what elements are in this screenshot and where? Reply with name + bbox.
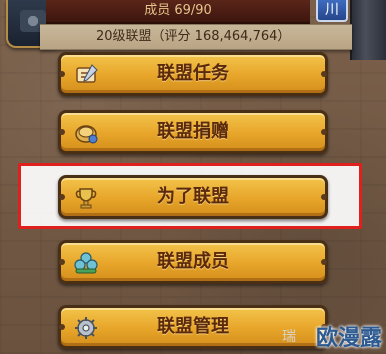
watermark: 欧漫露 — [315, 326, 382, 351]
alliance-quest-button[interactable]: 联盟任务 — [58, 52, 328, 96]
watermark-small: 瑞 — [282, 329, 296, 345]
for-the-alliance-button[interactable]: 为了联盟 — [58, 175, 328, 219]
alliance-level-bar: 20级联盟（评分 168,464,764） — [40, 24, 352, 50]
alliance-level-score: 20级联盟（评分 168,464,764） — [96, 29, 291, 44]
members-count: 成员 69/90 — [144, 3, 212, 18]
alliance-donation-button[interactable]: 联盟捐赠 — [58, 110, 328, 154]
alliance-donation-label: 联盟捐赠 — [157, 121, 229, 142]
alliance-quest-label: 联盟任务 — [157, 63, 229, 84]
alliance-members-label: 联盟成员 — [157, 251, 229, 272]
alliance-members-button[interactable]: 联盟成员 — [58, 240, 328, 284]
close-button[interactable]: 川 — [316, 0, 348, 22]
header-banner: 成员 69/90 — [46, 0, 310, 24]
right-post-decoration — [350, 0, 386, 60]
for-the-alliance-label: 为了联盟 — [157, 186, 229, 207]
